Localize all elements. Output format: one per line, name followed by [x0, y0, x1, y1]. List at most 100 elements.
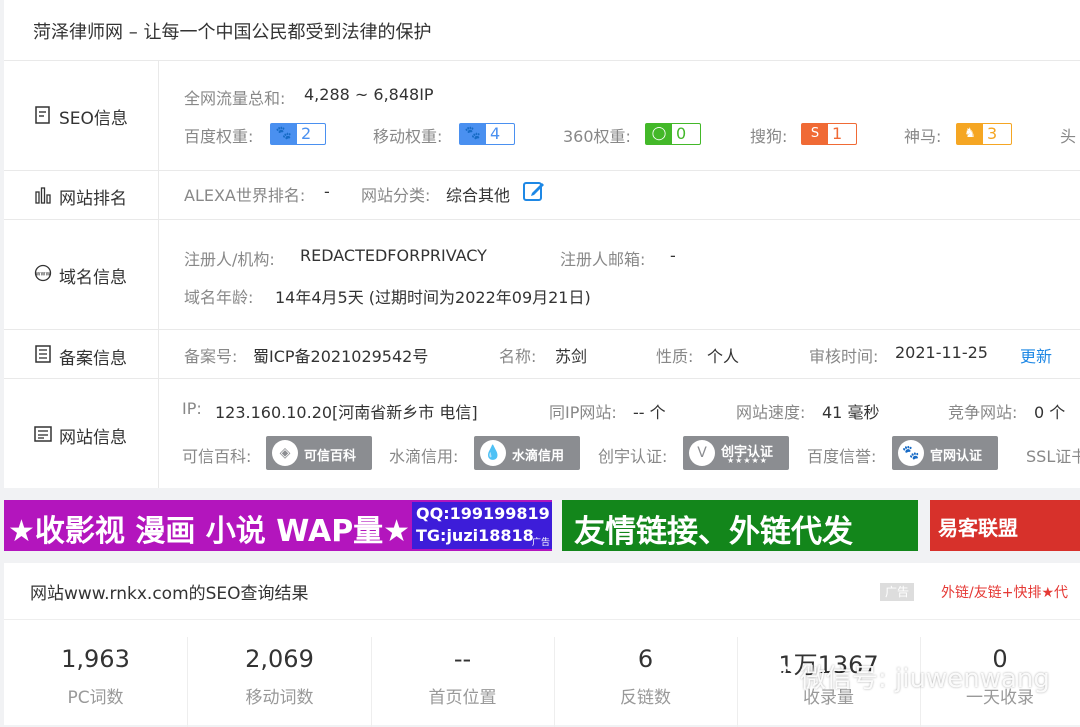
sogou-key: 搜狗:: [750, 127, 788, 146]
toutiao-key: 头: [1060, 127, 1077, 146]
ad-banner-1-tg: TG:juzi18818: [416, 526, 534, 545]
ad-tag: 广告: [880, 583, 914, 601]
site-speed-key: 网站速度:: [736, 403, 806, 422]
water-drop-icon: 💧: [480, 440, 506, 466]
stat-label: PC词数: [67, 688, 124, 708]
icp-info-row: 备案信息 备案号: 蜀ICP备2021029542号 名称: 苏剑 性质: 个人…: [4, 330, 1080, 379]
ad-text-link[interactable]: 外链/友链+快排★代: [941, 582, 1068, 602]
site-info-header: 网站信息: [4, 379, 159, 488]
mobile-weight-value: 4: [490, 124, 501, 143]
ad-banner-yike[interactable]: 易客联盟: [930, 500, 1080, 551]
site-rank-row: 网站排名 ALEXA世界排名: - 网站分类: 综合其他: [4, 171, 1080, 220]
chuangyu-cert-badge[interactable]: V 创宇认证 ★★★★★: [683, 436, 789, 470]
same-ip-key: 同IP网站:: [549, 403, 617, 422]
traffic-value: 4,288 ~ 6,848IP: [304, 85, 434, 104]
svg-text:www: www: [36, 271, 51, 278]
ssl-key: SSL证书: [1026, 447, 1080, 466]
360-icon: ◯: [646, 124, 672, 144]
icp-no-value: 蜀ICP备2021029542号: [253, 347, 429, 366]
shield-icon: ◈: [272, 440, 298, 466]
ad-banner-video-wap[interactable]: ★收影视 漫画 小说 WAP量★ QQ:199199819 TG:juzi188…: [4, 500, 552, 551]
www-globe-icon: www: [34, 264, 52, 282]
domain-age-value: 14年4月5天 (过期时间为2022年09月21日): [275, 288, 591, 307]
compete-value: 0 个: [1034, 403, 1066, 422]
compete-key: 竞争网站:: [948, 403, 1018, 422]
document-icon: [35, 106, 50, 124]
mobile-weight-badge[interactable]: 🐾 4: [459, 123, 515, 145]
paw-icon: 🐾: [271, 124, 297, 144]
same-ip-value: -- 个: [633, 403, 666, 422]
stat-value: 2,069: [245, 645, 314, 673]
ad-banner-1-tag: 广告: [531, 538, 550, 548]
stat-value: 6: [637, 645, 654, 673]
kexin-cert-text: 可信百科: [304, 449, 357, 464]
icp-update-link[interactable]: 更新: [1020, 343, 1052, 367]
category-key: 网站分类:: [361, 186, 431, 205]
domain-info-row: www 域名信息 注册人/机构: REDACTEDFORPRIVACY 注册人邮…: [4, 220, 1080, 330]
page-title: 菏泽律师网 – 让每一个中国公民都受到法律的保护: [33, 22, 432, 43]
seo-result-title: 网站www.rnkx.com的SEO查询结果: [30, 584, 309, 604]
shuidi-cert-badge[interactable]: 💧 水滴信用: [474, 436, 580, 470]
baidu-weight-key: 百度权重:: [184, 127, 254, 146]
baidu-credit-badge[interactable]: 🐾 官网认证: [892, 436, 998, 470]
registrant-email-key: 注册人邮箱:: [560, 250, 646, 269]
site-speed-value: 41 毫秒: [822, 403, 880, 422]
paw-icon: 🐾: [898, 440, 924, 466]
icp-name-key: 名称:: [499, 347, 537, 366]
sogou-value: 1: [832, 124, 843, 143]
category-value: 综合其他: [446, 186, 511, 205]
shenma-value: 3: [987, 124, 998, 143]
ip-key: IP:: [182, 399, 202, 418]
kexin-key: 可信百科:: [182, 447, 252, 466]
registrant-value: REDACTEDFORPRIVACY: [300, 246, 487, 265]
ad-banner-2-text: 友情链接、外链代发: [574, 514, 853, 550]
seo-info-row: SEO信息 全网流量总和: 4,288 ~ 6,848IP 百度权重: 🐾 2 …: [4, 61, 1080, 171]
sogou-icon: S: [802, 124, 828, 144]
mobile-weight-key: 移动权重:: [373, 127, 443, 146]
traffic-key: 全网流量总和:: [184, 89, 286, 108]
stat-backlinks[interactable]: 6 反链数: [554, 637, 738, 727]
site-rank-header: 网站排名: [4, 171, 159, 219]
360-weight-value: 0: [676, 124, 687, 143]
icp-date-key: 审核时间:: [809, 347, 879, 366]
seo-info-header: SEO信息: [4, 61, 159, 170]
baidu-weight-value: 2: [301, 124, 312, 143]
site-rank-label: 网站排名: [59, 189, 127, 209]
shuidi-cert-text: 水滴信用: [512, 449, 565, 464]
site-list-icon: [34, 426, 52, 442]
domain-info-label: 域名信息: [59, 268, 127, 288]
site-info-label: 网站信息: [59, 428, 127, 448]
ad-banner-row: ★收影视 漫画 小说 WAP量★ QQ:199199819 TG:juzi188…: [0, 500, 1080, 552]
baidu-weight-badge[interactable]: 🐾 2: [270, 123, 326, 145]
registrant-email-value: -: [670, 246, 676, 265]
kexin-cert-badge[interactable]: ◈ 可信百科: [266, 436, 372, 470]
site-info-row: 网站信息 IP: 123.160.10.20[河南省新乡市 电信] 同IP网站:…: [4, 379, 1080, 488]
ip-value: 123.160.10.20[河南省新乡市 电信]: [215, 403, 478, 422]
shuidi-key: 水滴信用:: [389, 447, 459, 466]
icp-date-value: 2021-11-25: [895, 343, 988, 362]
360-weight-key: 360权重:: [563, 127, 631, 146]
stat-pc-keywords[interactable]: 1,963 PC词数: [4, 637, 188, 727]
chuangyu-key: 创宇认证:: [598, 447, 668, 466]
shenma-badge[interactable]: ♞ 3: [956, 123, 1012, 145]
ad-banner-friend-links[interactable]: 友情链接、外链代发: [562, 500, 918, 551]
shenma-icon: ♞: [957, 124, 983, 144]
icp-no-key: 备案号:: [184, 347, 238, 366]
edit-icon[interactable]: [522, 179, 546, 203]
stat-mobile-keywords[interactable]: 2,069 移动词数: [188, 637, 372, 727]
seo-info-label: SEO信息: [59, 109, 128, 129]
wechat-logo-icon: [753, 655, 796, 689]
360-weight-badge[interactable]: ◯ 0: [645, 123, 701, 145]
domain-info-header: www 域名信息: [4, 220, 159, 329]
ad-banner-1-contact: QQ:199199819 TG:juzi18818 广告: [412, 502, 552, 549]
ad-banner-1-qq: QQ:199199819: [416, 504, 550, 523]
sogou-badge[interactable]: S 1: [801, 123, 857, 145]
divider: [4, 619, 1080, 620]
icp-name-value: 苏剑: [555, 347, 588, 366]
stat-label: 首页位置: [428, 688, 497, 708]
shenma-key: 神马:: [904, 127, 942, 146]
baidu-credit-text: 官网认证: [930, 449, 983, 464]
chuangyu-stars-icon: ★★★★★: [727, 456, 768, 465]
page-title-bar: 菏泽律师网 – 让每一个中国公民都受到法律的保护: [4, 0, 1080, 61]
stat-homepage-position[interactable]: -- 首页位置: [371, 637, 555, 727]
